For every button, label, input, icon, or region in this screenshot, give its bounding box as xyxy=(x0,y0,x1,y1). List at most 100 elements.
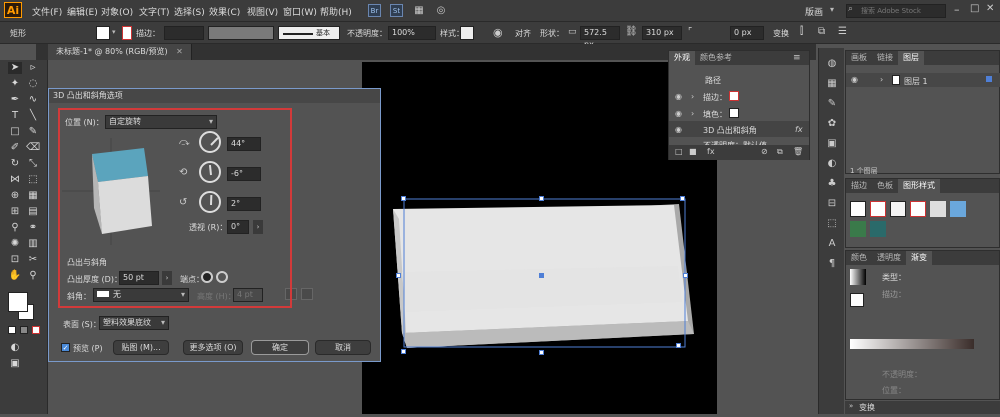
style-swatch[interactable] xyxy=(930,201,946,217)
column-graph-icon[interactable]: ▥ xyxy=(26,238,40,250)
chevron-down-icon[interactable]: ▾ xyxy=(112,28,116,36)
chevron-right-icon[interactable]: › xyxy=(691,109,694,118)
swatches-panel-icon[interactable]: ▦ xyxy=(825,78,839,90)
shape-icon[interactable]: ▭ xyxy=(568,27,577,37)
hand-tool-icon[interactable]: ✋ xyxy=(8,270,22,282)
layer-row[interactable]: ◉ › 图层 1 xyxy=(846,73,1000,87)
chevron-right-icon[interactable]: » xyxy=(849,402,853,410)
fill-indicator[interactable] xyxy=(850,293,864,307)
graphic-style-swatch[interactable] xyxy=(460,26,474,40)
chevron-down-icon[interactable]: ▾ xyxy=(830,5,834,14)
blend-icon[interactable]: ⚭ xyxy=(26,222,40,234)
pen-tool-icon[interactable]: ✒ xyxy=(8,94,22,106)
duplicate-icon[interactable]: ⧉ xyxy=(777,147,783,157)
tab-stroke[interactable]: 描边 xyxy=(846,179,872,193)
tab-artboards[interactable]: 画板 xyxy=(846,51,872,65)
stock-search-input[interactable]: 搜索 Adobe Stock xyxy=(846,4,946,18)
gradient-mode-icon[interactable] xyxy=(20,326,28,334)
mesh-icon[interactable]: ⊞ xyxy=(8,206,22,218)
color-panel-icon[interactable]: ◍ xyxy=(825,58,839,70)
line-tool-icon[interactable]: ╲ xyxy=(26,110,40,122)
fill-color-box[interactable] xyxy=(8,292,28,312)
stroke-swatch[interactable] xyxy=(122,26,132,40)
curvature-icon[interactable]: ∿ xyxy=(26,94,40,106)
menu-effect[interactable]: 效果(C) xyxy=(209,5,240,18)
selection-handle[interactable] xyxy=(676,343,681,348)
more-options-button[interactable]: 更多选项 (O) xyxy=(183,340,243,355)
surface-select[interactable]: 塑料效果底纹 ▾ xyxy=(99,316,169,330)
clear-icon[interactable]: ⊘ xyxy=(761,147,768,156)
fx-icon[interactable]: fx xyxy=(795,125,803,134)
style-swatch[interactable] xyxy=(890,201,906,217)
menu-type[interactable]: 文字(T) xyxy=(139,5,170,18)
club-icon[interactable]: ♣ xyxy=(825,178,839,190)
workspace-switcher[interactable]: 版画 xyxy=(805,5,823,18)
none-mode-icon[interactable] xyxy=(32,326,40,334)
type-tool-icon[interactable]: T xyxy=(8,110,22,122)
style-swatch[interactable] xyxy=(870,221,886,237)
new-stroke-icon[interactable]: □ xyxy=(675,147,683,156)
selection-handle[interactable] xyxy=(683,273,688,278)
style-swatch[interactable] xyxy=(870,201,886,217)
gradient-thumbnail[interactable] xyxy=(850,269,866,285)
artboard-tool-icon[interactable]: ⊡ xyxy=(8,254,22,266)
add-effect-icon[interactable]: fx xyxy=(707,147,715,156)
selection-handle[interactable] xyxy=(539,350,544,355)
selection-handle[interactable] xyxy=(539,196,544,201)
ok-button[interactable]: 确定 xyxy=(251,340,309,355)
rotate-icon[interactable]: ↻ xyxy=(8,158,22,170)
menu-object[interactable]: 对象(O) xyxy=(101,5,133,18)
visibility-icon[interactable]: ◉ xyxy=(675,92,682,101)
selection-tool-icon[interactable]: ➤ xyxy=(8,62,22,74)
eyedropper-icon[interactable]: ⚲ xyxy=(8,222,22,234)
style-swatch[interactable] xyxy=(850,201,866,217)
graphic-styles-icon[interactable]: ▣ xyxy=(825,138,839,150)
tab-swatches[interactable]: 色板 xyxy=(872,179,898,193)
visibility-icon[interactable]: ◉ xyxy=(675,109,682,118)
eraser-icon[interactable]: ⌫ xyxy=(26,142,40,154)
fill-swatch[interactable] xyxy=(96,26,110,40)
visibility-icon[interactable]: ◉ xyxy=(675,125,682,134)
free-transform-icon[interactable]: ⬚ xyxy=(26,174,40,186)
gradient-slider[interactable] xyxy=(850,339,974,349)
appearance-panel-icon[interactable]: ◐ xyxy=(825,158,839,170)
direct-selection-tool-icon[interactable]: ▹ xyxy=(26,62,40,74)
brush-definition[interactable]: 基本 xyxy=(278,26,340,40)
transform-panel-icon[interactable]: ⬚ xyxy=(825,218,839,230)
tab-transparency[interactable]: 透明度 xyxy=(872,251,906,265)
visibility-icon[interactable]: ◉ xyxy=(851,75,858,84)
paragraph-panel-icon[interactable]: ¶ xyxy=(825,258,839,270)
stroke-swatch[interactable] xyxy=(729,91,739,101)
layer-target-icon[interactable] xyxy=(986,76,992,82)
menu-edit[interactable]: 编辑(E) xyxy=(67,5,98,18)
style-swatch[interactable] xyxy=(850,221,866,237)
character-panel-icon[interactable]: A xyxy=(825,238,839,250)
extruded-rectangle[interactable] xyxy=(362,62,717,414)
gradient-tool-icon[interactable]: ▤ xyxy=(26,206,40,218)
zoom-tool-icon[interactable]: ⚲ xyxy=(26,270,40,282)
menu-help[interactable]: 帮助(H) xyxy=(320,5,352,18)
selection-handle[interactable] xyxy=(401,196,406,201)
slice-icon[interactable]: ✂ xyxy=(26,254,40,266)
tab-color-guide[interactable]: 颜色参考 xyxy=(695,51,737,65)
grid-layout-icon[interactable]: ▦ xyxy=(412,4,426,17)
tab-gradient[interactable]: 渐变 xyxy=(906,251,932,265)
lasso-icon[interactable]: ◌ xyxy=(26,78,40,90)
layer-name[interactable]: 图层 1 xyxy=(904,76,928,87)
panel-menu-icon[interactable]: ≡ xyxy=(793,53,801,63)
brushes-panel-icon[interactable]: ✎ xyxy=(825,98,839,110)
menu-window[interactable]: 窗口(W) xyxy=(283,5,317,18)
selection-handle[interactable] xyxy=(680,196,685,201)
align-icon[interactable]: ⫿ xyxy=(800,26,803,37)
stroke-weight-field[interactable] xyxy=(164,26,204,40)
effect-row[interactable]: ◉ 3D 凸出和斜角 fx xyxy=(669,121,809,137)
shape-builder-icon[interactable]: ⊕ xyxy=(8,190,22,202)
new-fill-icon[interactable]: ■ xyxy=(689,147,697,156)
menu-file[interactable]: 文件(F) xyxy=(32,5,62,18)
menu-select[interactable]: 选择(S) xyxy=(174,5,205,18)
width-tool-icon[interactable]: ⋈ xyxy=(8,174,22,186)
tab-color[interactable]: 颜色 xyxy=(846,251,872,265)
recolor-icon[interactable]: ◉ xyxy=(493,26,503,39)
chevron-right-icon[interactable]: › xyxy=(691,92,694,101)
symbols-panel-icon[interactable]: ✿ xyxy=(825,118,839,130)
